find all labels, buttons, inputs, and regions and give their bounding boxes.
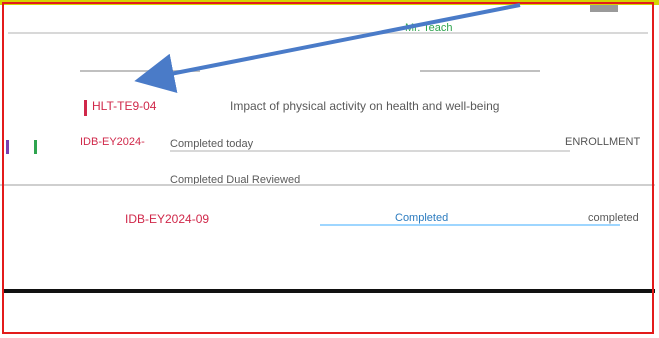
arrow-annotation-icon (134, 3, 521, 93)
arrow-line (134, 3, 521, 93)
